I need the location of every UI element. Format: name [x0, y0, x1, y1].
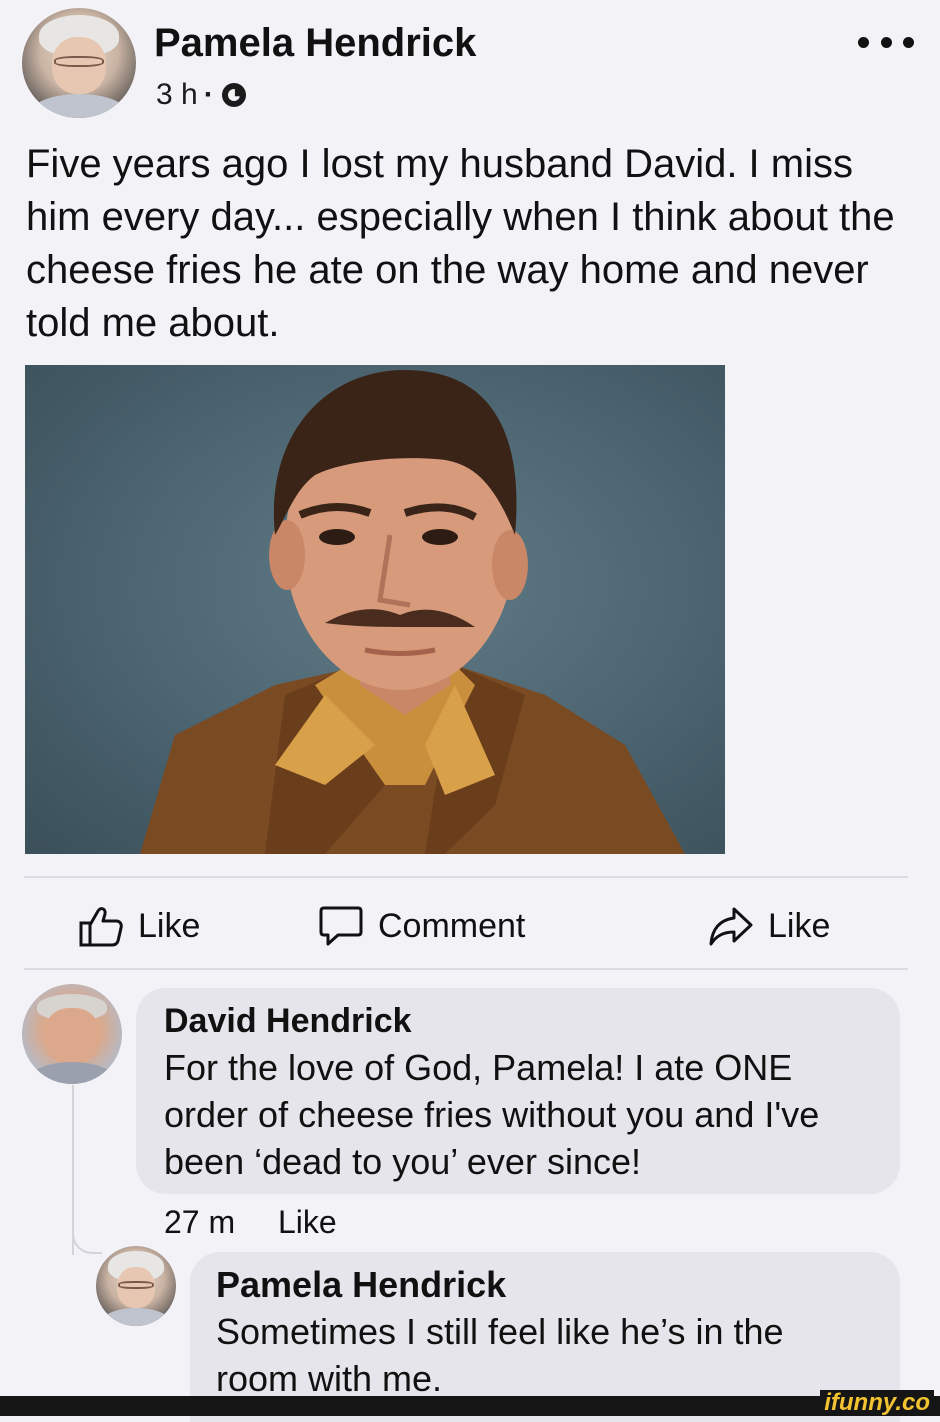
watermark-logo: ifunny.co	[820, 1390, 934, 1416]
share-label: Like	[768, 906, 831, 945]
reply-text: Sometimes I still feel like he’s in the …	[216, 1311, 784, 1399]
comment-bubble: David Hendrick For the love of God, Pame…	[136, 988, 900, 1194]
comment-button[interactable]: Comment	[318, 898, 525, 954]
like-button[interactable]: Like	[78, 898, 200, 954]
portrait-illustration	[140, 370, 685, 854]
bottom-bar	[0, 1396, 940, 1416]
thread-line	[72, 1085, 74, 1255]
actions-top-divider	[24, 876, 908, 878]
post-card: Pamela Hendrick 3 h · Five years ago I l…	[0, 0, 940, 1422]
post-photo[interactable]	[25, 365, 725, 854]
comment-like-link[interactable]: Like	[278, 1204, 337, 1241]
globe-icon	[221, 83, 246, 107]
commenter-avatar[interactable]	[22, 984, 122, 1084]
comment-time[interactable]: 27 m	[164, 1204, 235, 1241]
share-arrow-icon	[709, 907, 753, 946]
reply-author[interactable]: Pamela Hendrick	[216, 1264, 506, 1306]
comment-label: Comment	[378, 906, 526, 945]
more-options-icon[interactable]	[858, 22, 914, 62]
meta-separator: ·	[203, 78, 214, 111]
thread-connector	[72, 1232, 102, 1254]
like-label: Like	[138, 906, 201, 945]
post-author-name[interactable]: Pamela Hendrick	[154, 18, 476, 68]
comment-author[interactable]: David Hendrick	[164, 1002, 412, 1041]
thumbs-up-icon	[79, 907, 123, 947]
comment-icon	[319, 906, 363, 946]
share-button[interactable]: Like	[708, 898, 830, 954]
post-time[interactable]: 3 h	[156, 78, 198, 112]
post-meta: 3 h ·	[156, 78, 246, 112]
comment-text: For the love of God, Pamela! I ate ONE o…	[164, 1047, 820, 1182]
actions-bottom-divider	[24, 968, 908, 970]
post-text: Five years ago I lost my husband David. …	[26, 142, 895, 345]
reply-avatar[interactable]	[96, 1246, 176, 1326]
author-avatar[interactable]	[22, 8, 136, 118]
